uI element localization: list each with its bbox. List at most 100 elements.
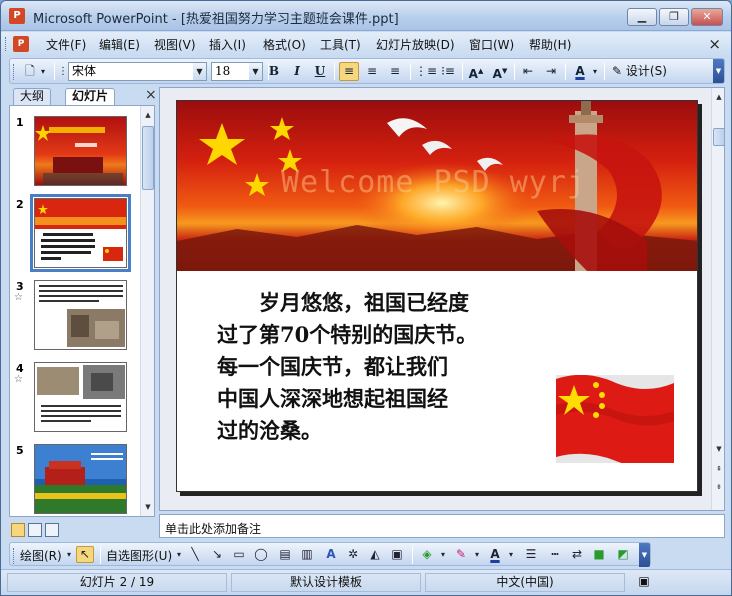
normal-view-icon[interactable] xyxy=(11,523,25,537)
design-button[interactable]: ✎ 设计(S) xyxy=(612,62,667,81)
align-left-icon[interactable]: ≡ xyxy=(339,62,359,81)
previous-slide-icon[interactable]: ⇞ xyxy=(713,462,724,476)
underline-button[interactable]: U xyxy=(310,62,330,81)
line-icon[interactable]: ╲ xyxy=(186,546,204,563)
slide-thumbnail[interactable] xyxy=(34,444,127,514)
align-center-icon[interactable]: ≡ xyxy=(362,62,382,81)
slide-thumbnail[interactable] xyxy=(34,280,127,350)
slide-thumbnail[interactable] xyxy=(30,194,131,272)
menu-insert[interactable]: 插入(I) xyxy=(209,36,246,53)
slideshow-view-icon[interactable] xyxy=(45,523,59,537)
menu-edit[interactable]: 编辑(E) xyxy=(99,36,140,53)
line-style-icon[interactable]: ☰ xyxy=(522,546,540,563)
picture-icon[interactable]: ▣ xyxy=(388,546,406,563)
chevron-down-icon[interactable]: ▾ xyxy=(506,546,516,563)
line-color-icon[interactable]: ✎ xyxy=(452,546,470,563)
scroll-down-icon[interactable]: ▼ xyxy=(142,500,154,514)
select-pointer-icon[interactable]: ↖ xyxy=(76,546,94,563)
slide-body-text[interactable]: 岁月悠悠，祖国已经度 过了第70个特别的国庆节。 每一个国庆节，都让我们 中国人… xyxy=(217,287,537,447)
spelling-status-icon[interactable]: ▣ xyxy=(629,573,659,592)
toolbar-options-icon[interactable]: ▼ xyxy=(639,543,650,567)
slide-thumbnail-row[interactable]: 4 ☆ xyxy=(10,362,140,434)
arrow-style-icon[interactable]: ⇄ xyxy=(568,546,586,563)
slide-thumbnail[interactable] xyxy=(34,362,127,432)
slide-thumbnail-art xyxy=(35,125,123,185)
tab-outline[interactable]: 大纲 xyxy=(13,88,52,105)
vertical-textbox-icon[interactable]: ▥ xyxy=(298,546,316,563)
align-right-icon[interactable]: ≡ xyxy=(385,62,405,81)
chevron-down-icon[interactable]: ▾ xyxy=(64,546,74,563)
powerpoint-icon[interactable]: P xyxy=(9,8,25,24)
scroll-down-icon[interactable]: ▼ xyxy=(713,442,724,456)
slides-pane-scrollbar[interactable]: ▲ ▼ xyxy=(140,106,154,516)
scroll-thumb[interactable] xyxy=(713,128,724,146)
chevron-down-icon[interactable]: ▾ xyxy=(472,546,482,563)
current-slide[interactable]: Welcome PSD wyrj 岁月悠悠，祖国已经度 过了第70个特别的国庆节… xyxy=(176,100,698,492)
slide-thumbnail-row[interactable]: 3 ☆ xyxy=(10,280,140,352)
slide-thumbnail-row[interactable]: 2 xyxy=(10,194,140,272)
diagram-icon[interactable]: ✲ xyxy=(344,546,362,563)
increase-indent-icon[interactable]: ⇥ xyxy=(541,62,561,81)
tab-slides[interactable]: 幻灯片 xyxy=(65,88,116,106)
minimize-button[interactable]: ▁ xyxy=(627,8,657,26)
rectangle-icon[interactable]: ▭ xyxy=(230,546,248,563)
menu-file[interactable]: 文件(F) xyxy=(46,36,86,53)
document-icon[interactable]: P xyxy=(13,36,29,52)
close-button[interactable]: ✕ xyxy=(691,8,723,26)
font-size-select[interactable]: 18 ▼ xyxy=(211,62,263,81)
decrease-indent-icon[interactable]: ⇤ xyxy=(518,62,538,81)
3d-style-icon[interactable]: ◩ xyxy=(614,546,632,563)
scroll-up-icon[interactable]: ▲ xyxy=(142,108,154,122)
textbox-icon[interactable]: ▤ xyxy=(276,546,294,563)
chevron-down-icon[interactable]: ▾ xyxy=(38,62,48,81)
restore-button[interactable]: ❐ xyxy=(659,8,689,26)
scroll-thumb[interactable] xyxy=(142,126,154,190)
menu-slideshow[interactable]: 幻灯片放映(D) xyxy=(376,36,455,53)
scroll-up-icon[interactable]: ▲ xyxy=(713,90,724,104)
slide-thumbnail-row[interactable]: 5 xyxy=(10,444,140,516)
menu-help[interactable]: 帮助(H) xyxy=(529,36,571,53)
autoshapes-menu-button[interactable]: 自选图形(U) xyxy=(106,547,172,564)
chevron-down-icon[interactable]: ▾ xyxy=(438,546,448,563)
font-color-icon[interactable]: A xyxy=(486,546,504,563)
font-color-icon[interactable]: A xyxy=(570,62,590,81)
increase-font-icon[interactable]: A▲ xyxy=(466,62,486,81)
chevron-down-icon[interactable]: ▾ xyxy=(590,62,600,81)
editor-scrollbar[interactable]: ▲ ▼ ⇞ ⇟ xyxy=(711,88,724,510)
decrease-font-icon[interactable]: A▼ xyxy=(490,62,510,81)
new-document-icon[interactable]: 🗋 xyxy=(20,62,40,81)
menu-tools[interactable]: 工具(T) xyxy=(320,36,361,53)
draw-menu-button[interactable]: 绘图(R) xyxy=(20,547,62,564)
pane-close-icon[interactable]: × xyxy=(145,87,157,103)
toolbar-grip[interactable] xyxy=(13,64,16,80)
slide-sorter-icon[interactable] xyxy=(28,523,42,537)
bold-button[interactable]: B xyxy=(264,62,284,81)
chevron-down-icon[interactable]: ▼ xyxy=(249,63,262,80)
china-flag-image[interactable] xyxy=(556,375,674,463)
dash-style-icon[interactable]: ┅ xyxy=(546,546,564,563)
menu-grip[interactable] xyxy=(5,37,8,51)
next-slide-icon[interactable]: ⇟ xyxy=(713,480,724,494)
design-template-status[interactable]: 默认设计模板 xyxy=(231,573,421,592)
oval-icon[interactable]: ◯ xyxy=(252,546,270,563)
bullet-list-icon[interactable]: ⁝≡ xyxy=(438,62,458,81)
font-name-select[interactable]: 宋体 ▼ xyxy=(68,62,207,81)
menu-view[interactable]: 视图(V) xyxy=(154,36,196,53)
wordart-icon[interactable]: A xyxy=(322,546,340,563)
chevron-down-icon[interactable]: ▾ xyxy=(174,546,184,563)
menu-format[interactable]: 格式(O) xyxy=(263,36,306,53)
slide-thumbnail-row[interactable]: 1 xyxy=(10,116,140,188)
fill-color-icon[interactable]: ◈ xyxy=(418,546,436,563)
toolbar-options-icon[interactable]: ▼ xyxy=(713,59,724,83)
notes-pane[interactable]: 单击此处添加备注 xyxy=(159,514,725,538)
italic-button[interactable]: I xyxy=(287,62,307,81)
toolbar-grip[interactable] xyxy=(13,548,16,564)
slide-thumbnail[interactable] xyxy=(34,116,127,186)
arrow-icon[interactable]: ↘ xyxy=(208,546,226,563)
shadow-icon[interactable]: ■ xyxy=(590,546,608,563)
clipart-icon[interactable]: ◭ xyxy=(366,546,384,563)
document-close-icon[interactable]: × xyxy=(708,35,721,53)
numbered-list-icon[interactable]: ⋮≡ xyxy=(415,62,437,81)
menu-window[interactable]: 窗口(W) xyxy=(469,36,514,53)
chevron-down-icon[interactable]: ▼ xyxy=(193,63,206,80)
